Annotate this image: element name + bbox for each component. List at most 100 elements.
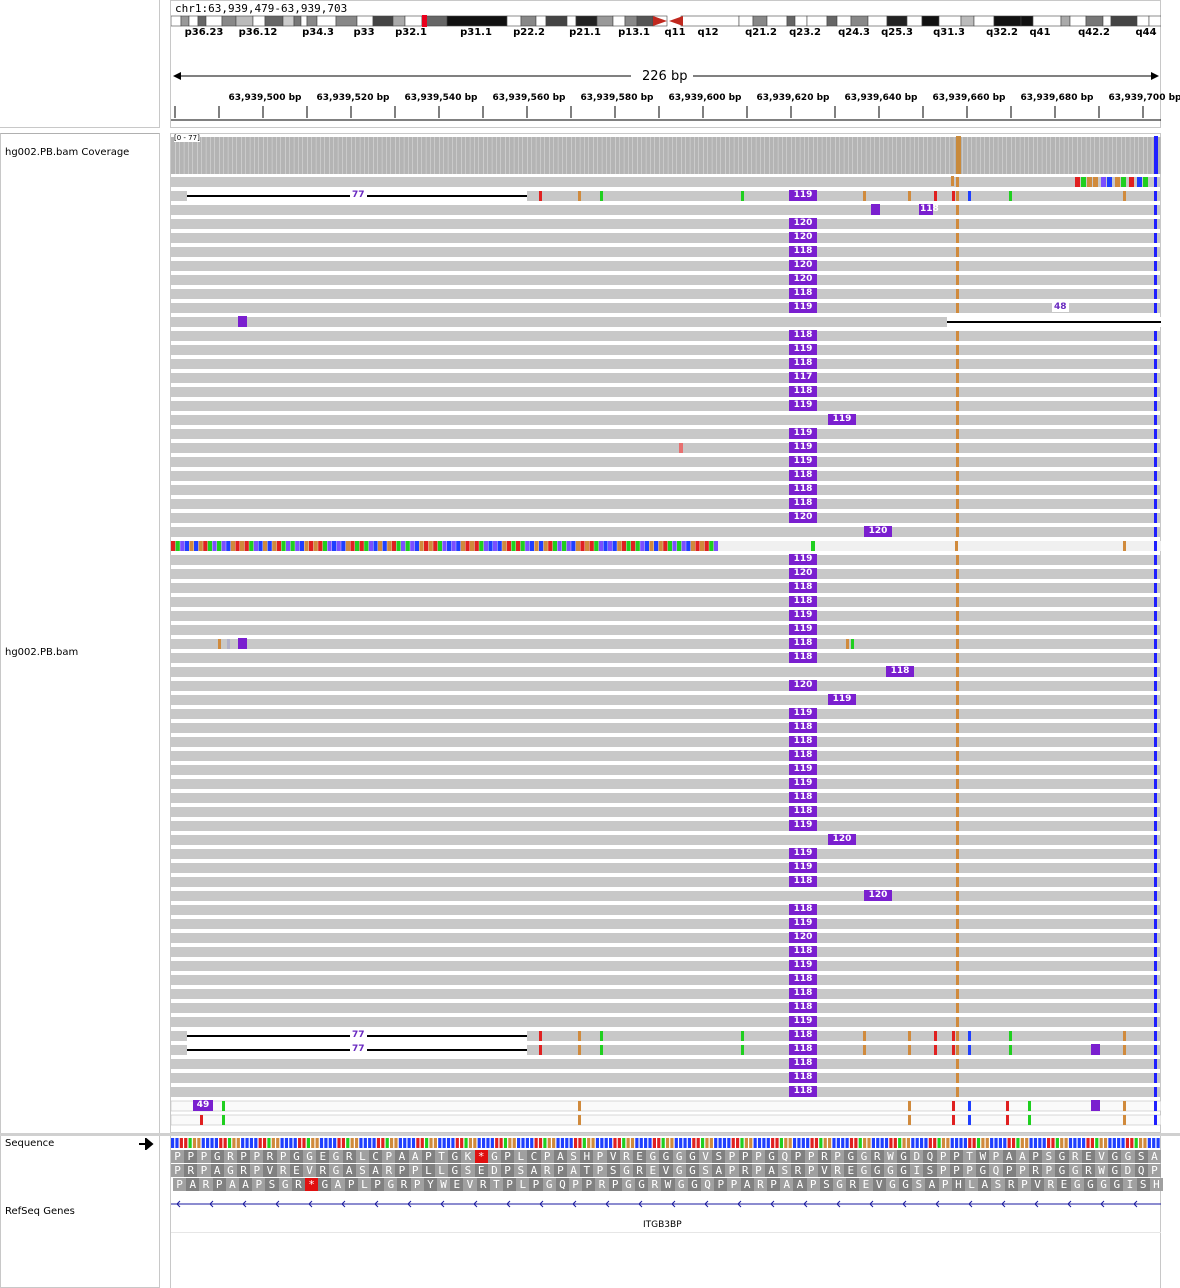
read[interactable] (171, 975, 1161, 985)
read[interactable] (171, 373, 1161, 383)
read[interactable] (171, 919, 1161, 929)
read[interactable] (171, 401, 1161, 411)
read[interactable] (171, 233, 1161, 243)
read[interactable] (171, 1087, 1161, 1097)
mismatch (543, 541, 548, 551)
mismatch (956, 555, 959, 565)
read[interactable] (171, 569, 1161, 579)
read[interactable] (171, 905, 1161, 915)
reference-base (315, 1138, 319, 1148)
read[interactable] (171, 1100, 1161, 1112)
read[interactable] (171, 751, 1161, 761)
mismatch (539, 1031, 542, 1041)
amino-acid: A (342, 1164, 356, 1177)
read[interactable] (171, 1114, 1161, 1126)
read[interactable] (171, 933, 1161, 943)
alignment-track-name[interactable]: hg002.PB.bam (5, 647, 78, 658)
read[interactable] (171, 485, 1161, 495)
read[interactable] (171, 653, 1161, 663)
coverage-track[interactable] (171, 134, 1161, 174)
read[interactable] (171, 1059, 1161, 1069)
read[interactable] (171, 597, 1161, 607)
read[interactable] (171, 527, 1161, 537)
mismatch (956, 807, 959, 817)
read[interactable] (171, 205, 1161, 215)
read[interactable] (171, 1017, 1161, 1027)
amino-acid: S (1042, 1150, 1056, 1163)
coverage-bar (514, 137, 519, 174)
span-label: 226 bp (642, 69, 688, 84)
mismatch (447, 541, 452, 551)
read[interactable] (171, 793, 1161, 803)
coverage-track-name[interactable]: hg002.PB.bam Coverage (5, 147, 129, 158)
read[interactable] (171, 471, 1161, 481)
genes-track-name[interactable]: RefSeq Genes (5, 1206, 75, 1217)
reference-base (1138, 1138, 1143, 1148)
amino-acid: G (672, 1164, 686, 1177)
gene-name[interactable]: ITGB3BP (643, 1220, 682, 1230)
read[interactable] (171, 947, 1161, 957)
amino-acid: R (540, 1164, 554, 1177)
read[interactable] (171, 667, 1161, 677)
read[interactable] (171, 877, 1161, 887)
read[interactable] (171, 289, 1161, 299)
read[interactable] (171, 359, 1161, 369)
read[interactable] (171, 555, 1161, 565)
mismatch (378, 541, 383, 551)
read[interactable] (171, 807, 1161, 817)
read[interactable] (171, 247, 1161, 257)
read[interactable] (171, 709, 1161, 719)
ideogram-band (752, 15, 768, 27)
read[interactable] (171, 457, 1161, 467)
read[interactable] (171, 723, 1161, 733)
read[interactable] (171, 821, 1161, 831)
read[interactable] (171, 345, 1161, 355)
read[interactable] (171, 625, 1161, 635)
amino-acid: S (1136, 1178, 1150, 1191)
reference-base (657, 1138, 661, 1148)
read[interactable] (171, 639, 1161, 649)
read[interactable] (171, 219, 1161, 229)
read[interactable] (171, 499, 1161, 509)
read[interactable] (171, 849, 1161, 859)
read[interactable] (171, 891, 1161, 901)
read[interactable] (171, 331, 1161, 341)
read[interactable] (171, 835, 1161, 845)
chromosome-ideogram[interactable] (171, 15, 1161, 27)
reference-base (481, 1138, 486, 1148)
read[interactable] (171, 583, 1161, 593)
read[interactable] (171, 1003, 1161, 1013)
read[interactable] (171, 765, 1161, 775)
read[interactable] (171, 1073, 1161, 1083)
read[interactable] (171, 275, 1161, 285)
read[interactable] (171, 387, 1161, 397)
read[interactable] (171, 415, 1161, 425)
amino-acid: A (925, 1178, 939, 1191)
read[interactable] (171, 611, 1161, 621)
gene-feature[interactable] (171, 1198, 1161, 1212)
read[interactable] (171, 513, 1161, 523)
coverage-bar (729, 137, 734, 174)
coverage-bar (760, 137, 765, 174)
read[interactable] (171, 261, 1161, 271)
read[interactable] (171, 779, 1161, 789)
amino-acid: E (844, 1164, 858, 1177)
mismatch (562, 541, 567, 551)
read[interactable] (171, 863, 1161, 873)
sequence-track-name[interactable]: Sequence (5, 1138, 54, 1149)
mismatch (956, 429, 959, 439)
read[interactable] (171, 303, 1161, 313)
reference-base (473, 1138, 477, 1148)
reference-sequence[interactable] (171, 1137, 1161, 1149)
coverage-bar (571, 137, 576, 174)
read[interactable] (171, 681, 1161, 691)
read[interactable] (171, 737, 1161, 747)
alignment-track[interactable] (171, 176, 1161, 1131)
read[interactable] (171, 429, 1161, 439)
read[interactable] (171, 961, 1161, 971)
strand-arrow-icon[interactable] (138, 1138, 156, 1150)
read[interactable] (171, 989, 1161, 999)
read[interactable] (171, 177, 1161, 187)
read[interactable] (171, 695, 1161, 705)
read[interactable] (171, 443, 1161, 453)
